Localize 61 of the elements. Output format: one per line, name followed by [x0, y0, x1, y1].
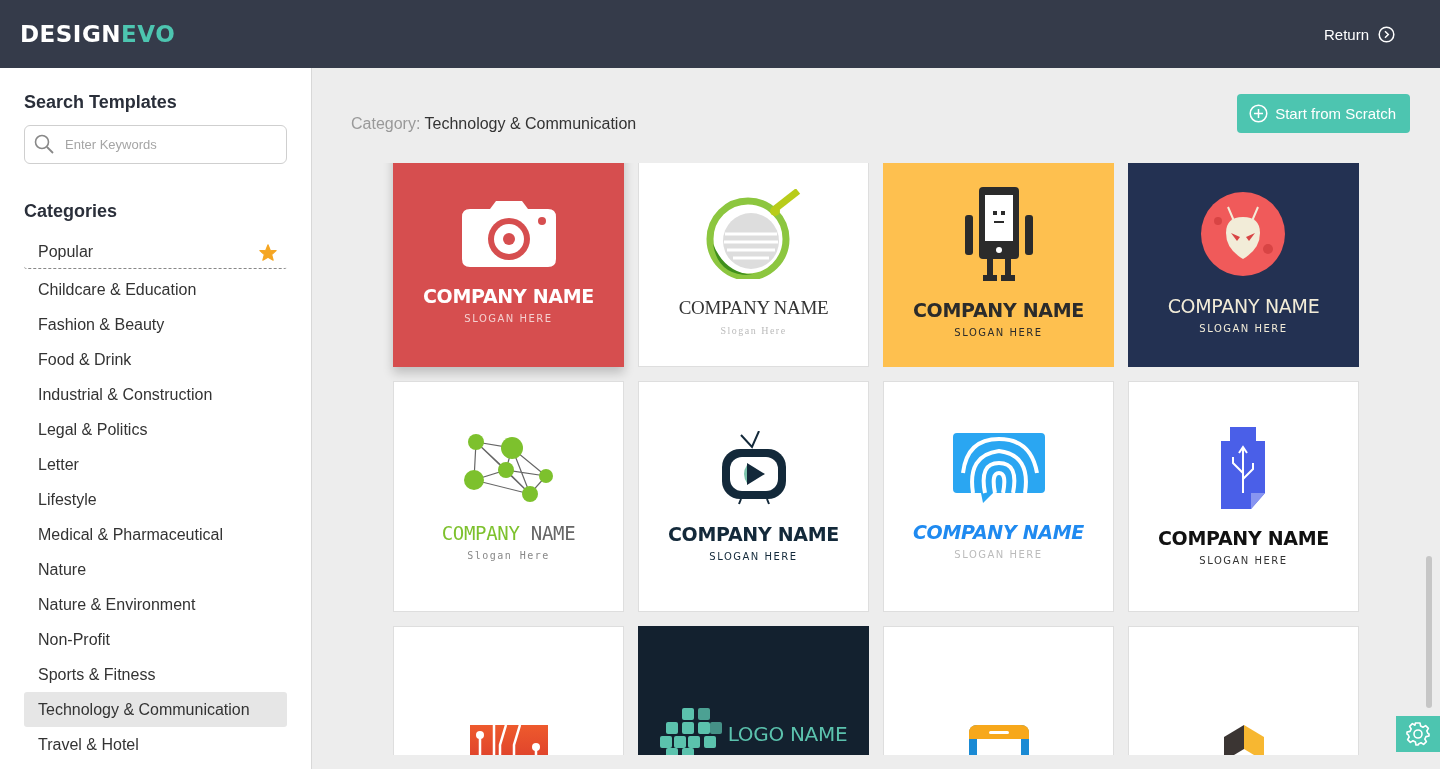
logo-name: COMPANY NAME	[667, 523, 840, 545]
alien-icon	[1200, 191, 1287, 277]
fingerprint-icon	[952, 433, 1045, 503]
category-item[interactable]: Industrial & Construction	[24, 377, 287, 412]
logo-name: COMPANY NAME	[678, 297, 829, 319]
app-logo[interactable]: DESIGNEVO	[20, 21, 176, 47]
logo-slogan: Slogan Here	[467, 550, 550, 561]
category-item[interactable]: Popular	[24, 236, 287, 269]
category-item[interactable]: Lifestyle	[24, 482, 287, 517]
network-nodes-icon	[463, 432, 554, 504]
logo-name: COMPANY NAME	[1157, 527, 1330, 549]
template-card[interactable]: COMPANY NAME Slogan Here	[393, 381, 624, 612]
category-item[interactable]: Nature & Environment	[24, 587, 287, 622]
category-item[interactable]: Medical & Pharmaceutical	[24, 517, 287, 552]
template-card[interactable]: COMPANY NAME Slogan Here	[638, 163, 869, 367]
logo-slogan: SLOGAN HERE	[1199, 555, 1288, 566]
category-label: Category:	[351, 115, 421, 132]
category-item[interactable]: Letter	[24, 447, 287, 482]
template-card[interactable]: COMPANY NAME SLOGAN HERE	[1128, 163, 1359, 367]
template-card[interactable]: LOGO NAME	[638, 626, 869, 755]
category-item[interactable]: Food & Drink	[24, 342, 287, 377]
logo-name: COMPANY NAME	[422, 285, 595, 307]
template-card[interactable]: COMPANY NAME SLOGAN HERE	[883, 163, 1114, 367]
logo-name: COMPANY NAME	[912, 521, 1085, 543]
logo-slogan: Slogan Here	[720, 325, 787, 336]
category-item[interactable]: Sports & Fitness	[24, 657, 287, 692]
scrollbar-thumb[interactable]	[1426, 556, 1432, 708]
settings-icon	[1406, 722, 1430, 746]
template-card[interactable]: COMPANY NAME SLOGAN HERE	[393, 163, 624, 367]
logo-name: COMPANY NAME	[912, 299, 1085, 321]
category-item[interactable]: Non-Profit	[24, 622, 287, 657]
camera-icon	[461, 201, 556, 267]
category-item[interactable]: Nature	[24, 552, 287, 587]
template-card[interactable]: COMPANY NAME SLOGAN HERE	[883, 381, 1114, 612]
logo-name: LOGO NAME	[727, 722, 848, 746]
category-value: Technology & Communication	[424, 115, 637, 132]
settings-button[interactable]	[1396, 716, 1440, 752]
template-card[interactable]: COMPANY NAME SLOGAN HERE	[638, 381, 869, 612]
logo-name-accent: COMPANY	[441, 522, 520, 544]
logo-name: COMPANY NAME	[1167, 295, 1320, 317]
category-item[interactable]: Technology & Communication	[24, 692, 287, 727]
categories-title: Categories	[24, 201, 119, 222]
usb-icon	[1220, 427, 1267, 509]
logo-slogan: SLOGAN HERE	[1199, 323, 1288, 334]
category-item[interactable]: Childcare & Education	[24, 272, 287, 307]
category-item[interactable]: Travel & Hotel	[24, 727, 287, 762]
logo-name: NAME	[530, 522, 576, 544]
template-card[interactable]: COMPANY NAME SLOGAN HERE	[1128, 381, 1359, 612]
return-button[interactable]: Return	[1323, 25, 1395, 43]
logo-slogan: SLOGAN HERE	[464, 313, 553, 324]
search-title: Search Templates	[24, 92, 178, 113]
category-item[interactable]: Legal & Politics	[24, 412, 287, 447]
logo-slogan: SLOGAN HERE	[954, 327, 1043, 338]
robot-phone-icon	[964, 187, 1033, 281]
logo-slogan: SLOGAN HERE	[954, 549, 1043, 560]
logo-slogan: SLOGAN HERE	[709, 551, 798, 562]
category-item[interactable]: Fashion & Beauty	[24, 307, 287, 342]
search-field[interactable]: Enter Keywords	[24, 125, 287, 164]
plus-circle-icon	[1249, 104, 1269, 123]
pixel-blocks-icon	[659, 708, 722, 755]
chevron-circle-icon	[1378, 25, 1395, 43]
